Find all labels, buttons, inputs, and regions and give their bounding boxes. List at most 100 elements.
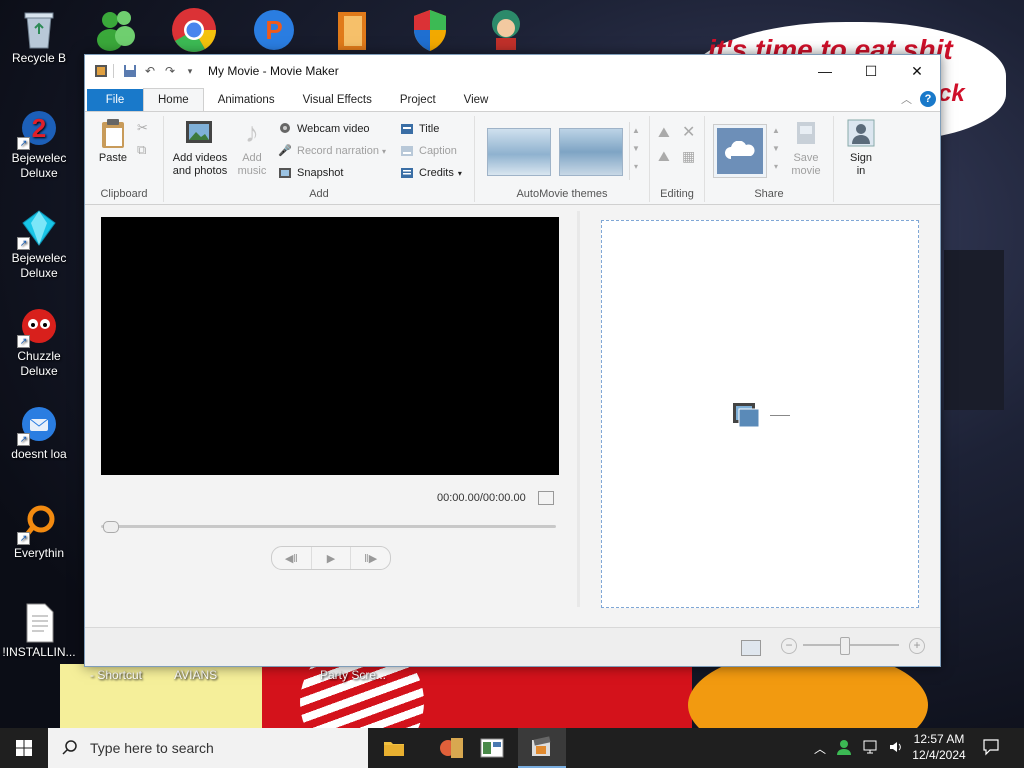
- cut-icon[interactable]: ✂: [137, 120, 148, 136]
- title-bar[interactable]: ↶ ↷ ▾ My Movie - Movie Maker — ☐ ✕: [85, 55, 940, 87]
- desktop-icon-label: doesnt loa: [11, 447, 67, 461]
- copy-icon[interactable]: ⧉: [137, 142, 146, 158]
- zoom-slider[interactable]: [803, 644, 899, 646]
- add-group: Add videos and photos ♪ Add music Webcam…: [164, 116, 475, 202]
- seek-handle[interactable]: [103, 521, 119, 533]
- network-icon[interactable]: [862, 739, 878, 758]
- tab-project[interactable]: Project: [386, 89, 450, 111]
- desktop-icon-thunderbird[interactable]: ↗ doesnt loa: [2, 404, 76, 461]
- game-character-icon: [492, 10, 520, 50]
- onedrive-share-button[interactable]: [713, 124, 767, 178]
- video-preview[interactable]: [101, 217, 559, 475]
- share-group: ▲ ▼ ▾ Save movie Share: [705, 116, 834, 202]
- webcam-video-button[interactable]: Webcam video: [278, 120, 370, 138]
- record-narration-button[interactable]: 🎤 Record narration ▾: [278, 142, 386, 160]
- shortcut-arrow-icon: ↗: [17, 237, 30, 250]
- close-button[interactable]: ✕: [894, 55, 940, 87]
- save-icon[interactable]: [122, 63, 138, 79]
- taskbar-search-box[interactable]: Type here to search: [48, 728, 368, 768]
- play-button[interactable]: ▶: [312, 547, 352, 569]
- save-movie-label: Save movie: [791, 152, 821, 177]
- share-gallery-scroll[interactable]: ▲ ▼ ▾: [771, 122, 781, 180]
- tab-animations[interactable]: Animations: [204, 89, 289, 111]
- desktop-icon-label: Chuzzle Deluxe: [17, 349, 61, 378]
- clipboard-group-label: Clipboard: [100, 188, 148, 200]
- tab-visual-effects[interactable]: Visual Effects: [289, 89, 386, 111]
- desktop-icon-recycle-bin[interactable]: Recycle B: [2, 8, 76, 65]
- taskbar-app-window[interactable]: [468, 728, 516, 768]
- notification-icon[interactable]: [982, 738, 1000, 759]
- desktop-icon-peggle[interactable]: P: [250, 6, 298, 54]
- save-movie-button[interactable]: Save movie: [783, 118, 829, 178]
- chevron-down-icon: ▾: [457, 168, 462, 178]
- paste-button[interactable]: Paste: [93, 118, 133, 165]
- snapshot-button[interactable]: Snapshot: [278, 164, 343, 182]
- save-movie-icon: [791, 118, 821, 148]
- rotate-right-icon[interactable]: ⛰: [658, 148, 670, 165]
- automovie-theme-thumbnail[interactable]: [559, 128, 623, 176]
- sign-in-button[interactable]: Sign in: [841, 118, 881, 178]
- desktop-icon-installing[interactable]: !INSTALLIN...: [2, 602, 76, 659]
- desktop-icon-book[interactable]: [330, 6, 378, 54]
- desktop-icon-chrome[interactable]: [170, 6, 218, 54]
- tab-view[interactable]: View: [450, 89, 503, 111]
- gallery-scroll[interactable]: ▲ ▼ ▾: [629, 122, 642, 180]
- rotate-left-icon[interactable]: ⛰: [658, 124, 670, 141]
- record-narration-label: Record narration: [297, 145, 379, 157]
- add-music-button[interactable]: ♪ Add music: [232, 118, 272, 178]
- thumbnail-size-icon[interactable]: [741, 640, 761, 656]
- taskbar-file-explorer[interactable]: [370, 728, 418, 768]
- help-icon[interactable]: ?: [920, 91, 936, 107]
- next-frame-button[interactable]: ‖▶: [351, 547, 390, 569]
- chevron-down-icon: ▾: [381, 146, 386, 156]
- maximize-button[interactable]: ☐: [848, 55, 894, 87]
- add-videos-label: Add videos and photos: [172, 152, 228, 177]
- messenger-people-icon: [97, 11, 135, 51]
- desktop-icon-everything[interactable]: ↗ Everythin: [2, 503, 76, 560]
- collapse-ribbon-chevron-icon[interactable]: ︿: [901, 91, 912, 107]
- volume-icon[interactable]: [888, 739, 904, 758]
- minimize-button[interactable]: —: [802, 55, 848, 87]
- caption-icon: [400, 144, 414, 158]
- redo-icon[interactable]: ↷: [162, 63, 178, 79]
- paste-icon: [98, 118, 128, 148]
- desktop-icon-label: Bejewelec Deluxe: [11, 251, 67, 280]
- pane-splitter[interactable]: [577, 211, 580, 607]
- automovie-theme-thumbnail[interactable]: [487, 128, 551, 176]
- tab-file[interactable]: File: [87, 89, 143, 111]
- taskbar-clock[interactable]: 12:57 AM 12/4/2024: [908, 731, 970, 763]
- desktop-icon-label: - Shortcut: [90, 668, 143, 682]
- title-button[interactable]: Title: [400, 120, 439, 138]
- fullscreen-preview-icon[interactable]: [538, 491, 554, 505]
- add-videos-and-photos-button[interactable]: Add videos and photos: [168, 118, 232, 178]
- desktop-icon-bejeweled-1[interactable]: 2 ↗ Bejewelec Deluxe: [2, 108, 76, 181]
- bejeweled-gem-icon: ↗: [17, 208, 59, 250]
- undo-icon[interactable]: ↶: [142, 63, 158, 79]
- bejeweled-twist-icon: 2 ↗: [17, 108, 59, 150]
- desktop-icon-messenger[interactable]: [92, 6, 140, 54]
- remove-icon[interactable]: ✕: [682, 122, 695, 142]
- zoom-out-icon[interactable]: −: [781, 638, 797, 654]
- shortcut-arrow-icon: ↗: [17, 335, 30, 348]
- select-all-icon[interactable]: ▦: [682, 148, 695, 165]
- desktop-icon-chuzzle[interactable]: ↗ Chuzzle Deluxe: [2, 306, 76, 379]
- previous-frame-button[interactable]: ◀‖: [272, 547, 312, 569]
- desktop-icon-game-character[interactable]: [482, 6, 530, 54]
- taskbar-movie-maker[interactable]: [518, 728, 566, 768]
- tab-home[interactable]: Home: [143, 88, 204, 111]
- music-note-icon: ♪: [245, 117, 259, 148]
- zoom-in-icon[interactable]: +: [909, 638, 925, 654]
- show-hidden-icons-chevron-icon[interactable]: ︿: [814, 740, 826, 757]
- storyboard-area[interactable]: [601, 220, 919, 608]
- clock-date: 12/4/2024: [912, 748, 966, 762]
- caption-button[interactable]: Caption: [400, 142, 457, 160]
- desktop-icon-bejeweled-2[interactable]: ↗ Bejewelec Deluxe: [2, 208, 76, 281]
- customize-qat-chevron-icon[interactable]: ▾: [182, 63, 198, 79]
- automovie-themes-label: AutoMovie themes: [516, 188, 608, 200]
- credits-button[interactable]: Credits ▾: [400, 164, 462, 182]
- desktop-icon-shield[interactable]: [406, 6, 454, 54]
- seek-bar[interactable]: [101, 525, 556, 528]
- user-presence-icon[interactable]: [836, 739, 852, 758]
- start-button[interactable]: [0, 728, 48, 768]
- zoom-slider-handle[interactable]: [840, 637, 850, 655]
